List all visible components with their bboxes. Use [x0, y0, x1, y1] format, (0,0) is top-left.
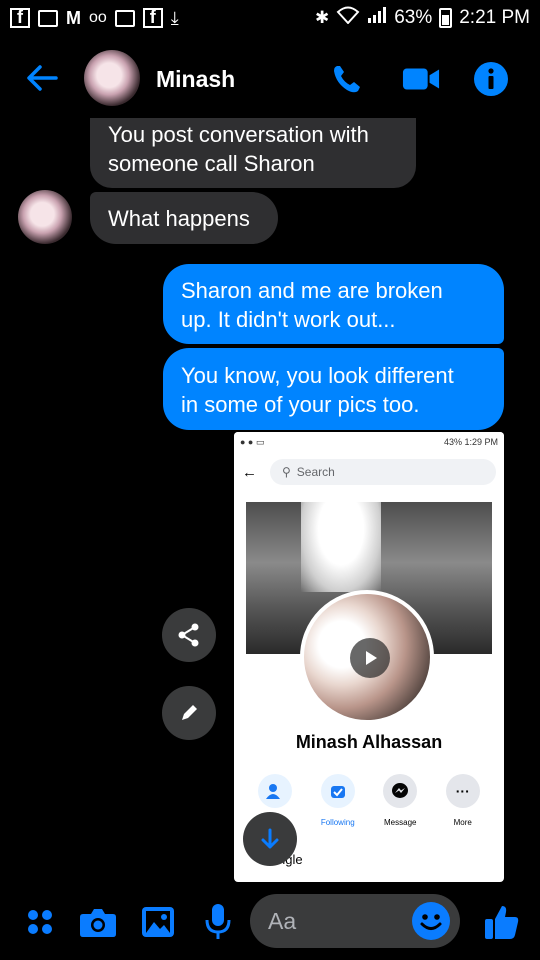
facebook-notification-icon-2: f — [142, 8, 163, 28]
message-input[interactable] — [250, 894, 400, 948]
voicemail-icon: oo — [89, 9, 107, 26]
screenshot-time: 1:29 PM — [464, 437, 498, 447]
conversation-header: Minash — [0, 36, 540, 120]
message-line: up. It didn't work out... — [181, 307, 396, 332]
thumbs-up-icon — [485, 906, 519, 939]
phone-icon — [334, 66, 360, 93]
smiley-icon — [420, 914, 442, 930]
info-button[interactable] — [472, 60, 510, 98]
profile-action-following: Following — [310, 774, 366, 827]
messenger-icon — [383, 774, 418, 808]
like-button[interactable] — [482, 902, 522, 942]
message-input-container — [250, 894, 460, 948]
more-dots-icon: ··· — [445, 774, 480, 808]
profile-action-label: Following — [320, 818, 355, 827]
profile-action-message: Message — [372, 774, 428, 827]
screenshot-search-icon: ⚲ — [282, 465, 291, 479]
contact-avatar[interactable] — [84, 50, 140, 106]
status-time: 2:21 PM — [459, 7, 530, 28]
profile-action-label: More — [453, 818, 472, 827]
outgoing-message[interactable]: You know, you look different in some of … — [163, 348, 504, 430]
bluetooth-icon: ✱ — [314, 8, 330, 27]
voice-call-button[interactable] — [328, 60, 366, 98]
message-line: someone call Sharon — [108, 151, 315, 176]
screenshot-status-bar: ● ● ▭ 43% 1:29 PM — [234, 432, 504, 452]
message-composer — [0, 880, 540, 960]
four-dots-icon — [28, 910, 52, 934]
incoming-message[interactable]: You post conversation with someone call … — [90, 118, 416, 188]
scroll-to-bottom-button[interactable] — [243, 812, 297, 866]
share-button[interactable] — [162, 608, 216, 662]
profile-name: Minash Alhassan — [295, 732, 443, 752]
voice-record-button[interactable] — [198, 902, 238, 942]
screenshot-notification-icons: ● ● ▭ — [240, 436, 265, 447]
back-arrow-icon — [27, 65, 58, 91]
video-camera-icon — [402, 68, 440, 90]
message-line: You post conversation with — [108, 122, 369, 147]
screenshot-battery: 43% — [443, 437, 462, 447]
message-line: You know, you look different — [181, 363, 454, 388]
profile-action-more: ··· More — [435, 774, 491, 827]
back-button[interactable] — [22, 58, 62, 98]
facebook-notification-icon: f — [10, 8, 30, 28]
outgoing-message[interactable]: Sharon and me are broken up. It didn't w… — [163, 264, 504, 344]
arrow-down-icon — [261, 828, 279, 849]
camera-icon — [80, 909, 116, 937]
status-bar: f M oo f ⤓ ✱ 63% 2:21 PM — [0, 0, 540, 36]
image-notification-icon — [114, 9, 135, 27]
following-icon — [320, 774, 355, 808]
message-line: What happens — [108, 206, 250, 231]
screenshot-search-placeholder: Search — [296, 465, 335, 479]
image-icon — [142, 907, 174, 937]
profile-action-label: Message — [384, 818, 417, 827]
more-options-button[interactable] — [20, 902, 60, 942]
edit-button[interactable] — [162, 686, 216, 740]
gmail-notification-icon: M — [66, 7, 81, 28]
gallery-button[interactable] — [138, 902, 178, 942]
friends-icon — [258, 774, 293, 808]
sender-avatar[interactable] — [18, 190, 72, 244]
incoming-message[interactable]: What happens — [90, 192, 278, 244]
notification-icons: f M oo f ⤓ — [10, 8, 179, 29]
contact-name[interactable]: Minash — [156, 66, 235, 93]
profile-picture — [300, 590, 434, 724]
download-icon: ⤓ — [170, 7, 179, 28]
battery-icon — [439, 8, 453, 28]
wifi-icon — [336, 6, 360, 30]
battery-percent: 63% — [394, 7, 433, 28]
pencil-icon — [182, 705, 197, 720]
emoji-button[interactable] — [412, 902, 450, 940]
play-icon — [350, 638, 390, 678]
signal-icon — [367, 6, 387, 30]
share-icon — [178, 623, 199, 647]
screenshot-status-right: 43% 1:29 PM — [444, 437, 498, 447]
info-icon — [474, 62, 508, 96]
microphone-icon — [205, 904, 231, 939]
cover-photo-highlight — [301, 502, 381, 592]
message-line: Sharon and me are broken — [181, 278, 443, 303]
camera-button[interactable] — [78, 902, 118, 942]
screenshot-back-arrow-icon: ← — [242, 463, 257, 481]
screenshot-search-field: ⚲ Search — [270, 459, 496, 485]
mail-notification-icon — [38, 9, 58, 27]
message-line: in some of your pics too. — [181, 392, 420, 417]
video-call-button[interactable] — [402, 60, 440, 98]
screenshot-search-bar: ← ⚲ Search — [234, 452, 504, 492]
